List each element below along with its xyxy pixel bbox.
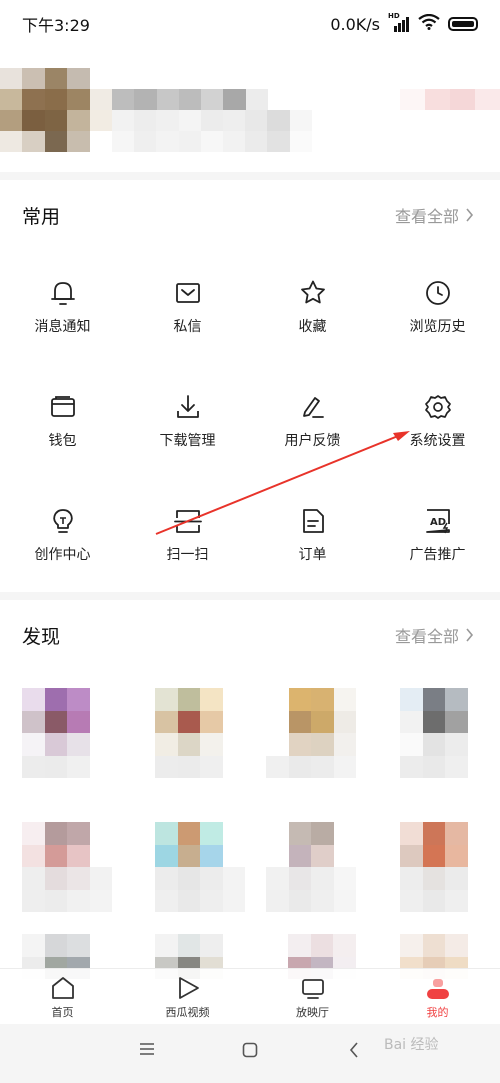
- tv-icon: [301, 979, 324, 999]
- tab-label: 首页: [51, 1006, 74, 1019]
- tab-home[interactable]: 首页: [0, 969, 125, 1025]
- discover-section-title: 发现: [22, 625, 61, 648]
- tab-label: 我的: [426, 1006, 449, 1019]
- chevron-right-icon: [466, 628, 474, 642]
- discover-section-header: 发现 查看全部: [0, 600, 500, 670]
- app-root: 下午3:29 0.0K/s HD 常用 查看全部 消息通知 私信 收藏 浏览历史…: [0, 0, 500, 1083]
- watermark-logo: Bai 经验: [384, 1037, 439, 1053]
- back-icon[interactable]: [348, 1042, 360, 1058]
- tab-label: 西瓜视频: [165, 1006, 210, 1019]
- discover-section: 发现 查看全部: [0, 600, 500, 983]
- discover-item[interactable]: [400, 688, 468, 778]
- discover-see-all-label: 查看全部: [394, 627, 459, 646]
- tab-me[interactable]: 我的: [375, 969, 500, 1025]
- discover-item[interactable]: [22, 688, 112, 778]
- profile-icon: [426, 979, 449, 999]
- tab-screening-room[interactable]: 放映厅: [250, 969, 375, 1025]
- home-icon: [51, 977, 74, 999]
- tab-xigua-video[interactable]: 西瓜视频: [125, 969, 250, 1025]
- discover-item[interactable]: [155, 822, 245, 912]
- play-icon: [178, 977, 199, 999]
- discover-item[interactable]: [155, 688, 245, 778]
- home-square-icon[interactable]: [242, 1042, 258, 1058]
- discover-item[interactable]: [400, 822, 468, 912]
- menu-icon[interactable]: [139, 1042, 155, 1056]
- bottom-tab-bar: 首页 西瓜视频 放映厅 我的: [0, 968, 500, 1024]
- tab-label: 放映厅: [296, 1006, 329, 1019]
- discover-item[interactable]: [22, 822, 112, 912]
- discover-see-all-link[interactable]: 查看全部: [395, 623, 474, 647]
- discover-item[interactable]: [266, 688, 356, 778]
- discover-item[interactable]: [266, 822, 356, 912]
